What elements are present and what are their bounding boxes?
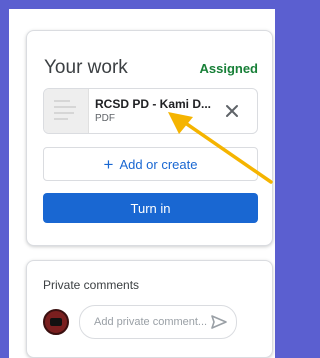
pdf-thumbnail [44,89,89,133]
turn-in-button[interactable]: Turn in [43,193,258,223]
attachment-type: PDF [95,113,115,124]
plus-icon: + [103,154,114,174]
private-comment-input[interactable]: Add private comment... [79,305,237,339]
your-work-title: Your work [44,57,128,78]
comment-placeholder: Add private comment... [94,316,208,328]
classroom-panel: Your work Assigned RCSD PD - Kami D... P… [9,9,275,358]
avatar [43,309,69,335]
add-or-create-label: Add or create [119,156,198,172]
close-icon[interactable] [221,100,243,122]
private-comments-title: Private comments [43,278,140,292]
status-badge: Assigned [199,61,258,76]
attachment-item[interactable]: RCSD PD - Kami D... PDF [43,88,258,134]
your-work-card: Your work Assigned RCSD PD - Kami D... P… [26,30,273,246]
send-icon[interactable] [210,314,228,330]
turn-in-label: Turn in [130,200,171,216]
add-or-create-button[interactable]: + Add or create [43,147,258,181]
attachment-name: RCSD PD - Kami D... [95,97,212,111]
private-comments-card: Private comments Add private comment... [26,260,273,358]
